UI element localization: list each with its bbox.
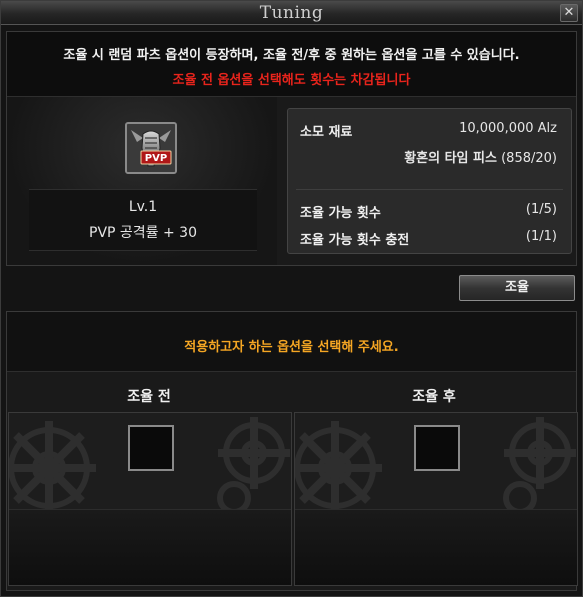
after-label: 조율 후	[412, 389, 456, 405]
after-option-panel[interactable]	[294, 412, 578, 586]
item-level: Lv.1	[128, 199, 158, 215]
close-icon[interactable]: ✕	[560, 4, 578, 22]
option-select-panel: 적용하고자 하는 옵션을 선택해 주세요. 조율 전 조율 후	[6, 311, 578, 591]
notice-banner: 조율 시 랜덤 파츠 옵션이 등장하며, 조율 전/후 중 원하는 옵션을 고를…	[7, 32, 576, 97]
before-label: 조율 전	[127, 389, 171, 405]
gear-shade	[9, 509, 291, 585]
gear-shade	[295, 509, 577, 585]
title-bar[interactable]: Tuning ✕	[1, 1, 582, 25]
before-option-slot[interactable]	[128, 425, 174, 471]
material-item: 황혼의 타임 피스 (858/20)	[404, 147, 557, 166]
material-alz: 10,000,000 Alz	[459, 121, 557, 136]
pvp-badge: PVP	[145, 153, 167, 164]
tuning-window: Tuning ✕ 조율 시 랜덤 파츠 옵션이 등장하며, 조율 전/후 중 원…	[0, 0, 583, 597]
prompt-bar: 적용하고자 하는 옵션을 선택해 주세요.	[7, 312, 576, 372]
material-item-count: (858/20)	[501, 151, 557, 166]
item-area: PVP Lv.1 PVP 공격률 + 30	[7, 97, 277, 265]
recharge-value: (1/1)	[525, 229, 557, 244]
tune-button[interactable]: 조율	[459, 275, 575, 301]
item-stat: PVP 공격률 + 30	[89, 225, 197, 241]
notice-text: 조율 시 랜덤 파츠 옵션이 등장하며, 조율 전/후 중 원하는 옵션을 고를…	[63, 48, 520, 63]
tune-count-label: 조율 가능 횟수	[300, 206, 381, 221]
item-info: Lv.1 PVP 공격률 + 30	[29, 189, 257, 251]
warning-text: 조율 전 옵션을 선택해도 횟수는 차감됩니다	[172, 73, 411, 88]
before-option-panel[interactable]	[8, 412, 292, 586]
window-title: Tuning	[259, 3, 324, 23]
material-item-name: 황혼의 타임 피스	[404, 151, 497, 166]
tune-count-value: (1/5)	[525, 202, 557, 217]
info-divider	[296, 189, 563, 190]
tuning-cost-box: 소모 재료 10,000,000 Alz 황혼의 타임 피스 (858/20) …	[287, 108, 572, 254]
pvp-fist-icon[interactable]: PVP	[125, 122, 177, 174]
select-prompt: 적용하고자 하는 옵션을 선택해 주세요.	[184, 340, 399, 355]
material-label: 소모 재료	[300, 125, 353, 140]
tuning-info-panel: 조율 시 랜덤 파츠 옵션이 등장하며, 조율 전/후 중 원하는 옵션을 고를…	[6, 31, 577, 266]
recharge-label: 조율 가능 횟수 충전	[300, 233, 410, 248]
after-option-slot[interactable]	[414, 425, 460, 471]
